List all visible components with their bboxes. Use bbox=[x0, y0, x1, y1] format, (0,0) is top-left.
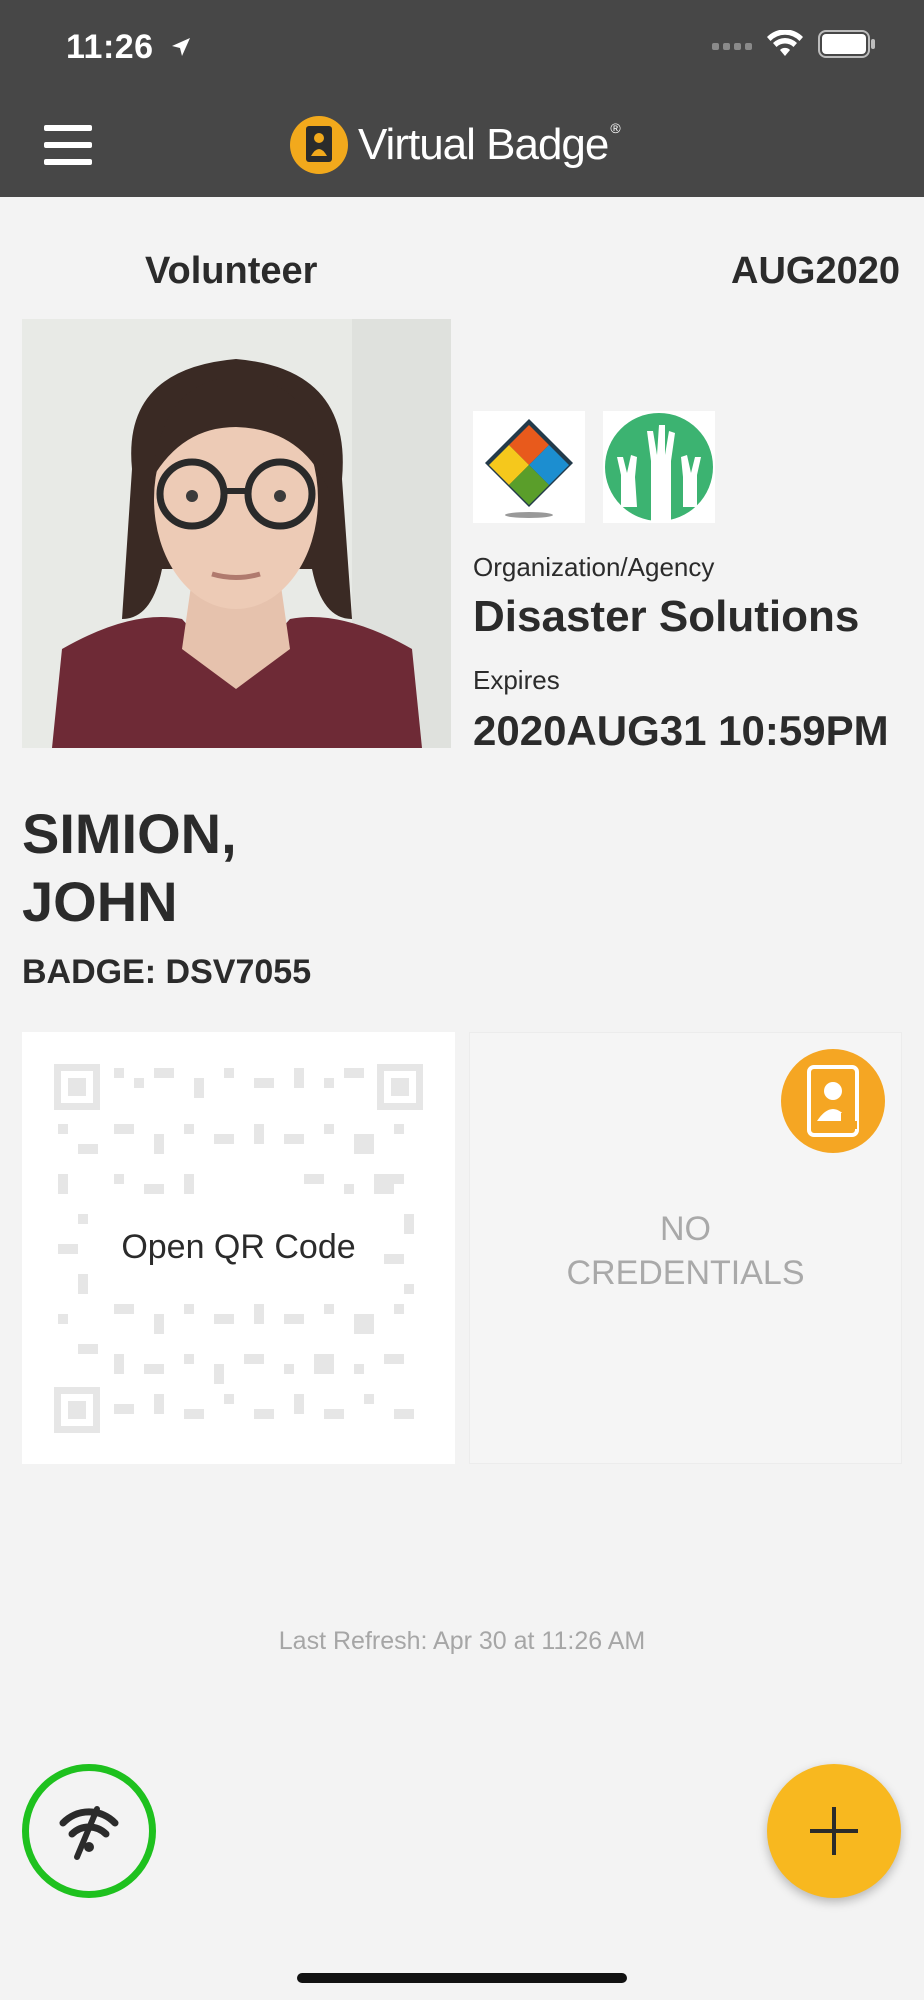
profile-photo bbox=[22, 319, 451, 748]
status-indicators bbox=[712, 29, 876, 63]
battery-icon bbox=[818, 30, 876, 63]
no-credentials-text: NO CREDENTIALS bbox=[566, 1210, 805, 1292]
cellular-signal-icon bbox=[712, 43, 752, 50]
org-name: Disaster Solutions bbox=[473, 592, 860, 641]
badge-id-icon[interactable] bbox=[781, 1049, 885, 1153]
badge-role: Volunteer bbox=[145, 250, 318, 292]
disaster-types-logo-icon bbox=[473, 411, 585, 523]
open-qr-code-label: Open QR Code bbox=[121, 1228, 356, 1266]
wifi-icon bbox=[766, 29, 804, 63]
expires-value: 2020AUG31 10:59PM bbox=[473, 707, 889, 754]
organization-logos bbox=[473, 411, 715, 523]
status-time: 11:26 bbox=[66, 28, 192, 67]
badge-number: BADGE: DSV7055 bbox=[22, 953, 312, 991]
app-logo: Virtual Badge ® bbox=[290, 116, 621, 174]
open-qr-code-button[interactable]: Open QR Code bbox=[22, 1032, 455, 1464]
add-badge-button[interactable] bbox=[767, 1764, 901, 1898]
home-indicator[interactable] bbox=[297, 1973, 627, 1983]
last-refresh-text: Last Refresh: Apr 30 at 11:26 AM bbox=[278, 1627, 646, 1655]
raised-hands-logo-icon bbox=[603, 411, 715, 523]
holder-last-name: SIMION, bbox=[22, 802, 237, 865]
org-label: Organization/Agency bbox=[473, 552, 715, 582]
expires-label: Expires bbox=[473, 665, 560, 695]
badge-logo-icon bbox=[290, 116, 348, 174]
app-header: 11:26 Virtual Badge ® bbox=[0, 0, 924, 197]
menu-button[interactable] bbox=[44, 125, 92, 165]
wifi-off-icon bbox=[59, 1806, 119, 1860]
status-time-text: 11:26 bbox=[66, 28, 154, 66]
holder-first-name: JOHN bbox=[22, 870, 178, 933]
connection-status-button[interactable] bbox=[22, 1764, 156, 1898]
hamburger-icon bbox=[44, 125, 92, 131]
location-arrow-icon bbox=[170, 28, 192, 67]
credentials-card: NO CREDENTIALS bbox=[469, 1032, 902, 1464]
plus-icon bbox=[810, 1807, 858, 1855]
app-name: Virtual Badge ® bbox=[358, 120, 621, 169]
badge-period: AUG2020 bbox=[731, 250, 900, 292]
